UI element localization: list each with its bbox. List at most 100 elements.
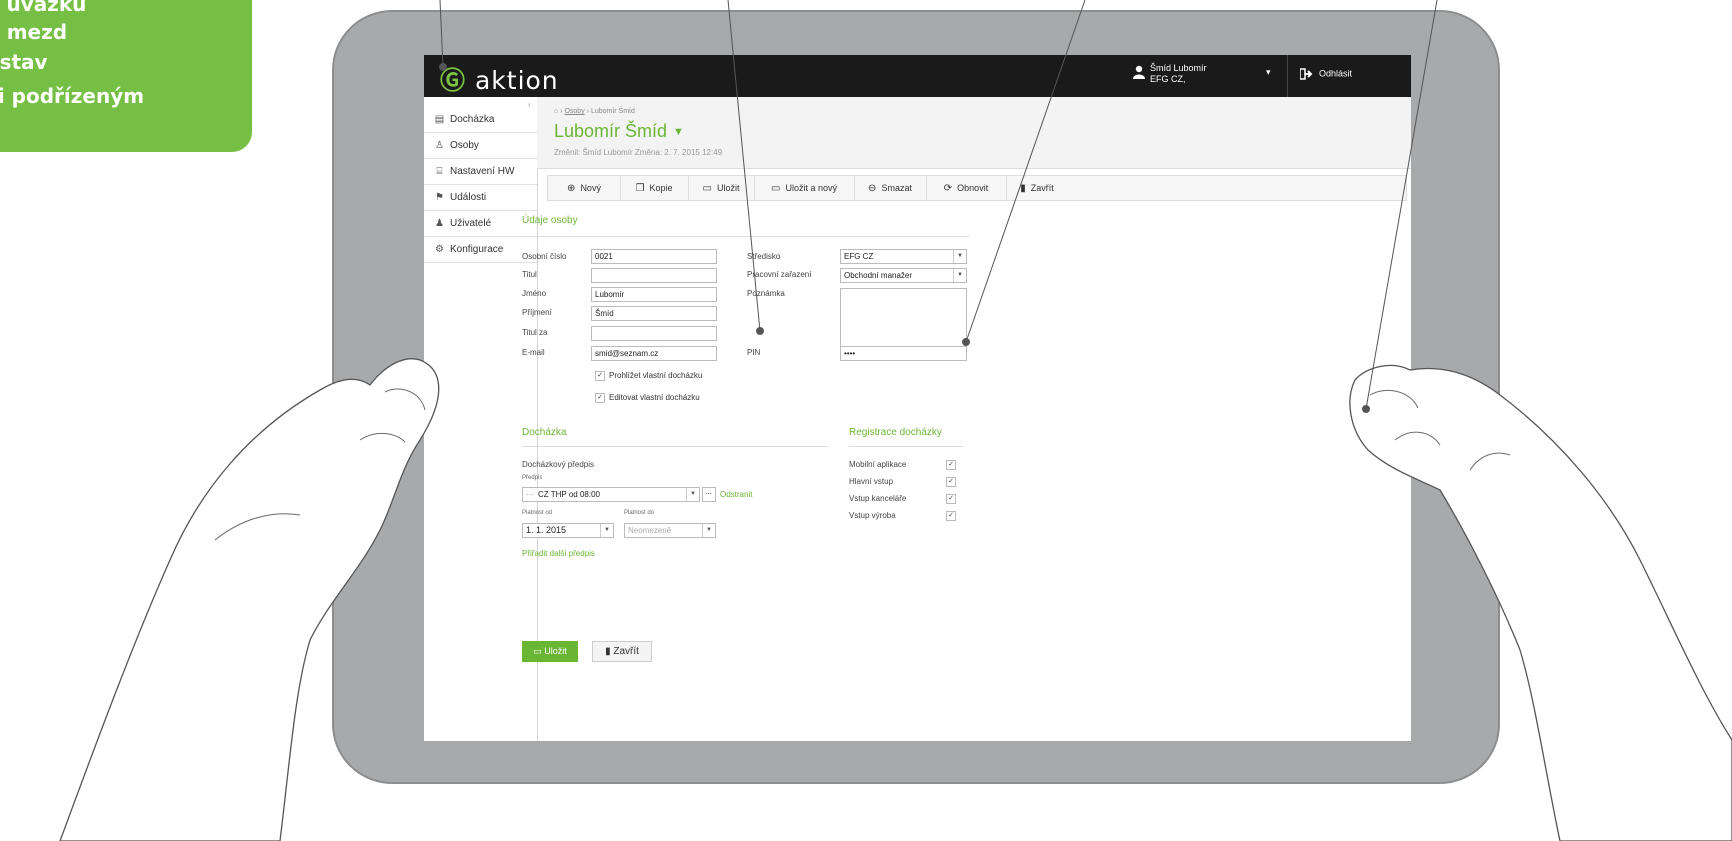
sidebar-item-label: Uživatelé xyxy=(450,218,492,229)
note-textarea[interactable] xyxy=(840,288,967,348)
sidebar: ‹ ▤ Docházka ♙ Osoby ⌸ Nastavení HW ⚑ Ud… xyxy=(424,97,538,741)
registration-checkbox[interactable]: ✓ xyxy=(946,511,956,521)
form-close-button[interactable]: ▮ Zavřít xyxy=(592,641,652,662)
valid-from-input[interactable]: 1. 1. 2015 ▼ xyxy=(522,523,614,538)
title-dropdown-icon[interactable]: ▼ xyxy=(673,126,684,138)
breadcrumb-link-osoby[interactable]: Osoby xyxy=(564,108,584,115)
valid-from-value: 1. 1. 2015 xyxy=(526,525,567,535)
last-name-input[interactable]: Šmíd xyxy=(591,306,717,321)
registration-checkbox[interactable]: ✓ xyxy=(946,477,956,487)
email-input[interactable]: smid@seznam.cz xyxy=(591,346,717,361)
sidebar-item-udalosti[interactable]: ⚑ Události xyxy=(424,185,537,211)
save-button[interactable]: ▭ Uložit xyxy=(688,176,755,200)
rule-value: CZ THP od 08:00 xyxy=(538,490,600,499)
title-after-input[interactable] xyxy=(591,326,717,341)
chevron-down-icon[interactable]: ▾ xyxy=(1266,67,1271,78)
dropdown-arrow-icon: ▼ xyxy=(953,269,966,282)
close-button[interactable]: ▮ Zavřít xyxy=(1006,176,1068,200)
note-label: Poznámka xyxy=(747,289,785,298)
sidebar-item-dochazka[interactable]: ▤ Docházka xyxy=(424,107,537,133)
personal-number-input[interactable]: 0021 xyxy=(591,249,717,264)
form-save-button[interactable]: ▭ Uložit xyxy=(522,641,578,662)
title-input[interactable] xyxy=(591,268,717,283)
logout-icon xyxy=(1300,68,1313,80)
sidebar-item-label: Konfigurace xyxy=(450,244,504,255)
valid-to-label: Platnost do xyxy=(624,510,655,516)
logout-button[interactable]: Odhlásit xyxy=(1300,68,1352,80)
personal-number-label: Osobní číslo xyxy=(522,252,567,261)
app-screen: Ⓖ aktion Šmíd Lubomír EFG CZ, ▾ Odhlásit… xyxy=(424,55,1411,741)
first-name-label: Jméno xyxy=(522,289,547,298)
sidebar-item-konfigurace[interactable]: ⚙ Konfigurace xyxy=(424,237,537,263)
registration-checkbox[interactable]: ✓ xyxy=(946,460,956,470)
minus-circle-icon: ⊖ xyxy=(868,183,877,194)
center-select[interactable]: EFG CZ ▼ xyxy=(840,249,967,264)
pin-input[interactable]: •••• xyxy=(840,346,967,361)
add-rule-link[interactable]: Přiřadit další předpis xyxy=(522,549,595,558)
sidebar-item-label: Události xyxy=(450,192,487,203)
save-button-label: Uložit xyxy=(716,183,740,193)
plus-circle-icon: ⊕ xyxy=(567,183,576,194)
tablet-camera xyxy=(1441,389,1455,403)
home-icon[interactable]: ⌂ xyxy=(554,108,558,115)
position-value: Obchodní manažer xyxy=(844,271,913,280)
rule-more-button[interactable]: ⋯ xyxy=(702,487,716,502)
top-bar: Ⓖ aktion Šmíd Lubomír EFG CZ, ▾ Odhlásit xyxy=(424,55,1411,97)
callout-line: a úvazku xyxy=(0,0,87,16)
attendance-rule-title: Docházkový předpis xyxy=(522,460,595,469)
toolbar: ⊕ Nový ❐ Kopie ▭ Uložit ▭ Uložit a nový ⊖ Sma… xyxy=(547,175,1407,201)
sidebar-item-label: Nastavení HW xyxy=(450,166,515,177)
copy-icon: ❐ xyxy=(635,183,645,194)
title-label: Titul xyxy=(522,270,537,279)
copy-button-label: Kopie xyxy=(649,183,673,193)
dropdown-arrow-icon: ▼ xyxy=(702,524,715,537)
sidebar-item-label: Docházka xyxy=(450,114,495,125)
refresh-icon: ⟳ xyxy=(943,183,953,194)
center-value: EFG CZ xyxy=(844,252,874,261)
registration-item-label: Vstup výroba xyxy=(849,511,896,520)
first-name-input[interactable]: Lubomír xyxy=(591,287,717,302)
checkbox-icon: ✓ xyxy=(595,393,605,403)
last-name-label: Příjmení xyxy=(522,308,552,317)
calendar-icon: ▤ xyxy=(434,114,445,125)
registration-item-label: Vstup kanceláře xyxy=(849,494,907,503)
registration-checkbox[interactable]: ✓ xyxy=(946,494,956,504)
position-select[interactable]: Obchodní manažer ▼ xyxy=(840,268,967,283)
copy-button[interactable]: ❐ Kopie xyxy=(620,176,689,200)
exit-icon: ▮ xyxy=(1020,183,1026,194)
delete-button[interactable]: ⊖ Smazat xyxy=(854,176,927,200)
center-label: Středisko xyxy=(747,252,781,261)
save-icon: ▭ xyxy=(702,183,712,194)
save-and-new-button[interactable]: ▭ Uložit a nový xyxy=(754,176,855,200)
dropdown-arrow-icon: ▼ xyxy=(953,250,966,263)
edit-own-attendance-checkbox[interactable]: ✓ Editovat vlastní docházku xyxy=(595,393,700,403)
sidebar-item-uzivatele[interactable]: ♟ Uživatelé xyxy=(424,211,537,237)
page-title: Lubomír Šmíd ▼ xyxy=(554,121,684,142)
sidebar-item-nastaveni-hw[interactable]: ⌸ Nastavení HW xyxy=(424,159,537,185)
valid-to-input[interactable]: Neomezeně ▼ xyxy=(624,523,716,538)
user-menu[interactable]: Šmíd Lubomír EFG CZ, xyxy=(1133,63,1207,85)
remove-rule-link[interactable]: Odstranit xyxy=(720,490,752,499)
hardware-icon: ⌸ xyxy=(436,166,443,177)
section-divider xyxy=(522,446,828,447)
refresh-button[interactable]: ⟳ Obnovit xyxy=(926,176,1007,200)
valid-to-value: Neomezeně xyxy=(628,526,672,535)
save-icon: ▭ xyxy=(533,646,545,656)
sidebar-item-osoby[interactable]: ♙ Osoby xyxy=(424,133,537,159)
topbar-divider xyxy=(1287,55,1288,97)
events-icon: ⚑ xyxy=(435,192,444,203)
breadcrumb: ⌂ › Osoby › Lubomír Šmíd xyxy=(554,108,635,115)
rule-select[interactable]: ⋯ CZ THP od 08:00 ▼ xyxy=(522,487,700,502)
new-button[interactable]: ⊕ Nový xyxy=(548,176,621,200)
new-button-label: Nový xyxy=(580,183,601,193)
logo-mark-icon: Ⓖ xyxy=(440,66,467,95)
view-own-attendance-checkbox[interactable]: ✓ Prohlížet vlastní docházku xyxy=(595,371,702,381)
logout-label: Odhlásit xyxy=(1319,68,1353,79)
section-divider xyxy=(522,236,969,237)
callout-line: o mezd xyxy=(0,20,68,44)
logo-text: aktion xyxy=(474,66,559,95)
dropdown-arrow-icon: ▼ xyxy=(600,524,613,537)
section-title-person: Údaje osoby xyxy=(522,215,578,226)
section-title-attendance: Docházka xyxy=(522,427,567,438)
section-title-registration: Registrace docházky xyxy=(849,427,942,438)
